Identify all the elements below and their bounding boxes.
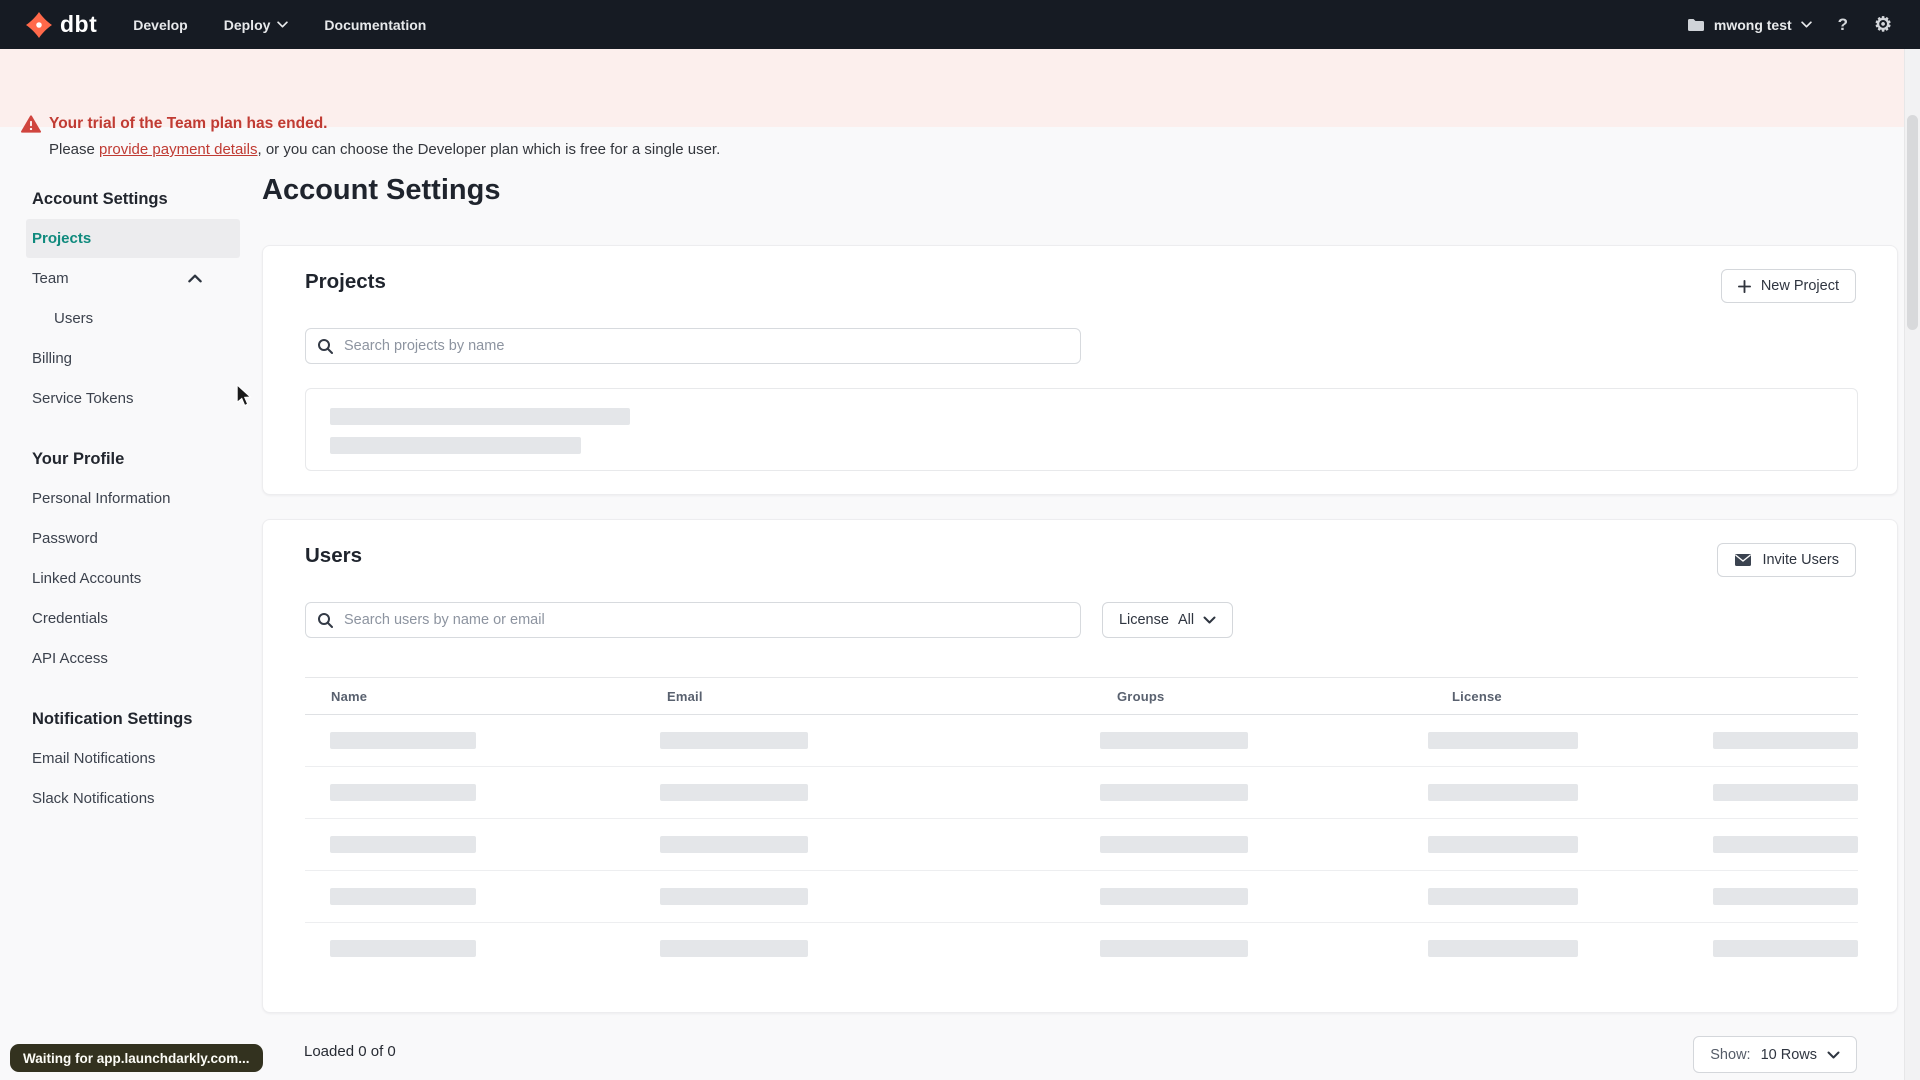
users-card: Users Invite Users License All Name [262, 519, 1898, 1013]
chevron-down-icon [1827, 1051, 1840, 1059]
skeleton-bar [1428, 732, 1578, 749]
table-row [305, 715, 1858, 767]
skeleton-bar [660, 836, 808, 853]
sidebar-item-team[interactable]: Team [26, 259, 240, 298]
skeleton-bar [330, 888, 476, 905]
sidebar-heading-notification-settings: Notification Settings [32, 709, 193, 728]
skeleton-bar [1100, 836, 1248, 853]
page-title: Account Settings [262, 174, 501, 206]
search-icon [318, 613, 333, 628]
license-filter-dropdown[interactable]: License All [1102, 602, 1233, 638]
skeleton-bar [1100, 888, 1248, 905]
gear-icon[interactable]: ⚙ [1874, 15, 1892, 35]
skeleton-bar [1713, 836, 1858, 853]
sidebar-item-slack-notifications[interactable]: Slack Notifications [26, 779, 240, 818]
skeleton-bar [660, 732, 808, 749]
skeleton-bar [660, 784, 808, 801]
projects-search-input[interactable] [305, 328, 1081, 364]
skeleton-bar [1428, 940, 1578, 957]
projects-heading: Projects [305, 270, 386, 293]
invite-users-button[interactable]: Invite Users [1717, 543, 1856, 577]
search-icon [318, 339, 333, 354]
users-table-header: Name Email Groups License [305, 677, 1858, 715]
scrollbar-track[interactable] [1904, 49, 1920, 1080]
loaded-count: Loaded 0 of 0 [304, 1043, 396, 1060]
table-row [305, 767, 1858, 819]
folder-icon [1687, 18, 1704, 31]
users-heading: Users [305, 544, 362, 567]
chevron-up-icon [188, 270, 202, 287]
mouse-cursor [236, 384, 252, 407]
skeleton-bar [330, 836, 476, 853]
sidebar-item-linked-accounts[interactable]: Linked Accounts [26, 559, 240, 598]
projects-card: Projects New Project [262, 245, 1898, 495]
sidebar-item-password[interactable]: Password [26, 519, 240, 558]
skeleton-bar [1713, 888, 1858, 905]
users-search-input[interactable] [305, 602, 1081, 638]
dbt-logo[interactable]: dbt [26, 11, 97, 38]
skeleton-bar [1428, 836, 1578, 853]
browser-status-toast: Waiting for app.launchdarkly.com... [10, 1044, 263, 1072]
skeleton-bar [1713, 940, 1858, 957]
skeleton-bar [1100, 784, 1248, 801]
skeleton-bar [1100, 940, 1248, 957]
skeleton-bar [660, 888, 808, 905]
chevron-down-icon [1203, 616, 1216, 624]
account-switcher[interactable]: mwong test [1687, 17, 1812, 33]
rows-per-page-dropdown[interactable]: Show: 10 Rows [1693, 1036, 1857, 1073]
help-icon[interactable]: ? [1838, 16, 1848, 33]
trial-ended-banner: Your trial of the Team plan has ended. P… [0, 49, 1920, 158]
column-header-email: Email [667, 689, 703, 704]
sidebar-item-email-notifications[interactable]: Email Notifications [26, 739, 240, 778]
dbt-logo-text: dbt [60, 11, 98, 37]
sidebar-item-billing[interactable]: Billing [26, 339, 240, 378]
table-row [305, 923, 1858, 975]
column-header-name: Name [331, 689, 368, 704]
sidebar-item-service-tokens[interactable]: Service Tokens [26, 379, 240, 418]
new-project-button[interactable]: New Project [1720, 269, 1856, 303]
sidebar-item-projects[interactable]: Projects [26, 219, 240, 258]
settings-sidebar: Account Settings Projects Team Users Bil… [0, 127, 263, 839]
table-row [305, 871, 1858, 923]
skeleton-bar [1713, 784, 1858, 801]
scrollbar-thumb[interactable] [1907, 115, 1918, 330]
plus-icon [1737, 279, 1751, 293]
projects-search [305, 328, 1081, 364]
users-search [305, 602, 1081, 638]
sidebar-heading-account-settings: Account Settings [32, 189, 168, 208]
chevron-down-icon [1800, 21, 1812, 28]
sidebar-item-credentials[interactable]: Credentials [26, 599, 240, 638]
nav-develop[interactable]: Develop [133, 17, 187, 33]
skeleton-bar [1100, 732, 1248, 749]
nav-deploy[interactable]: Deploy [224, 17, 289, 33]
top-navbar: dbt Develop Deploy Documentation mwong t… [0, 0, 1920, 49]
users-table-body [305, 715, 1858, 975]
skeleton-bar [330, 408, 630, 425]
skeleton-bar [330, 732, 476, 749]
skeleton-bar [330, 784, 476, 801]
envelope-icon [1735, 554, 1752, 566]
sidebar-heading-your-profile: Your Profile [32, 449, 125, 468]
sidebar-item-api-access[interactable]: API Access [26, 639, 240, 678]
column-header-groups: Groups [1117, 689, 1165, 704]
nav-documentation[interactable]: Documentation [324, 17, 426, 33]
chevron-down-icon [277, 21, 289, 28]
skeleton-bar [1428, 888, 1578, 905]
dbt-logo-icon [26, 11, 52, 38]
sidebar-item-users[interactable]: Users [26, 299, 240, 338]
skeleton-bar [1428, 784, 1578, 801]
table-row [305, 819, 1858, 871]
skeleton-bar [660, 940, 808, 957]
skeleton-bar [330, 437, 581, 454]
users-table-footer: Loaded 0 of 0 Show: 10 Rows [262, 1030, 1898, 1074]
account-name: mwong test [1713, 16, 1792, 33]
sidebar-item-personal-information[interactable]: Personal Information [26, 479, 240, 518]
skeleton-bar [1713, 732, 1858, 749]
users-table: Name Email Groups License [305, 677, 1858, 975]
skeleton-bar [330, 940, 476, 957]
projects-loading-placeholder [305, 388, 1858, 471]
column-header-license: License [1452, 689, 1502, 704]
app-window: dbt Develop Deploy Documentation mwong t… [0, 0, 1920, 1080]
